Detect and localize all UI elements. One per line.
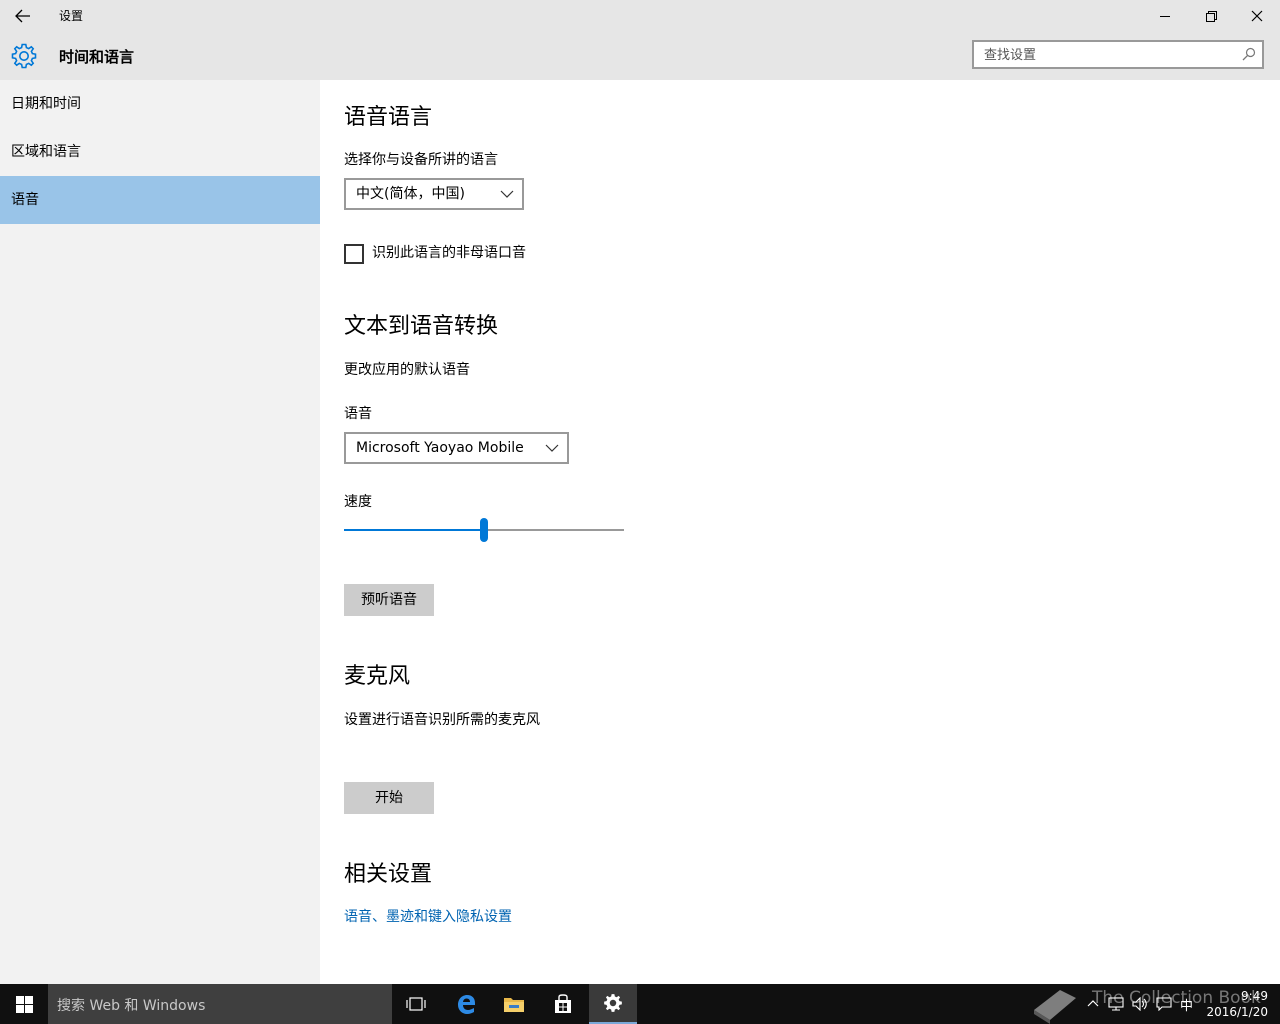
slider-fill xyxy=(344,529,484,531)
close-icon xyxy=(1251,10,1263,22)
system-tray: 中 xyxy=(1086,984,1193,1024)
settings-header: 时间和语言 xyxy=(0,32,1280,80)
chevron-down-icon xyxy=(545,444,559,452)
speech-language-value: 中文(简体，中国) xyxy=(356,186,465,202)
action-center-icon[interactable] xyxy=(1156,997,1172,1011)
window-title: 设置 xyxy=(59,9,84,23)
sidebar-item-label: 日期和时间 xyxy=(11,96,81,112)
settings-gear-icon xyxy=(604,994,622,1012)
file-explorer-icon xyxy=(504,998,524,1012)
network-icon[interactable] xyxy=(1108,997,1124,1011)
search-icon xyxy=(1242,47,1256,61)
speech-language-heading: 语音语言 xyxy=(344,105,433,130)
related-settings-heading: 相关设置 xyxy=(344,862,433,887)
task-view-icon xyxy=(406,997,426,1011)
privacy-settings-link[interactable]: 语音、墨迹和键入隐私设置 xyxy=(344,907,512,927)
restore-icon xyxy=(1205,10,1217,22)
settings-taskbar-button[interactable] xyxy=(589,984,637,1024)
slider-track xyxy=(484,529,624,531)
clock-date: 2016/1/20 xyxy=(1206,1005,1268,1019)
speed-label: 速度 xyxy=(344,494,372,510)
taskbar-search-box[interactable]: 搜索 Web 和 Windows xyxy=(48,984,392,1024)
speech-language-dropdown[interactable]: 中文(简体，中国) xyxy=(344,178,524,210)
settings-search[interactable] xyxy=(972,40,1264,69)
voice-dropdown[interactable]: Microsoft Yaoyao Mobile xyxy=(344,432,569,464)
sidebar: 日期和时间 区域和语言 语音 xyxy=(0,80,320,984)
microphone-heading: 麦克风 xyxy=(344,664,411,689)
back-button[interactable] xyxy=(8,3,38,29)
taskbar: 搜索 Web 和 Windows The Collection Book 中 9… xyxy=(0,984,1280,1024)
minimize-button[interactable] xyxy=(1142,0,1188,32)
windows-logo-icon xyxy=(15,995,33,1013)
sidebar-item-label: 区域和语言 xyxy=(11,144,81,160)
sidebar-item-label: 语音 xyxy=(11,192,39,208)
microphone-description: 设置进行语音识别所需的麦克风 xyxy=(344,712,540,728)
store-icon xyxy=(555,994,571,1013)
speed-slider[interactable] xyxy=(344,518,624,542)
voice-label: 语音 xyxy=(344,406,372,422)
tts-heading: 文本到语音转换 xyxy=(344,314,499,339)
taskbar-search-placeholder: 搜索 Web 和 Windows xyxy=(57,998,206,1014)
task-view-button[interactable] xyxy=(392,984,440,1024)
non-native-accent-label: 识别此语言的非母语口音 xyxy=(372,245,526,261)
edge-icon xyxy=(458,995,475,1014)
sidebar-item-date-time[interactable]: 日期和时间 xyxy=(0,80,320,128)
search-input[interactable] xyxy=(984,46,1234,64)
ime-indicator[interactable]: 中 xyxy=(1180,995,1193,1014)
non-native-accent-checkbox[interactable] xyxy=(344,244,364,264)
start-microphone-button[interactable]: 开始 xyxy=(344,782,434,814)
page-title: 时间和语言 xyxy=(59,48,135,66)
main-content: 语音语言 选择你与设备所讲的语言 中文(简体，中国) 识别此语言的非母语口音 文… xyxy=(320,80,1280,984)
minimize-icon xyxy=(1159,15,1170,17)
sidebar-item-speech[interactable]: 语音 xyxy=(0,176,320,224)
title-bar: 设置 xyxy=(0,0,1280,32)
gear-icon xyxy=(11,43,37,69)
preview-voice-button[interactable]: 预听语音 xyxy=(344,584,434,616)
file-explorer-button[interactable] xyxy=(490,984,538,1024)
tts-description: 更改应用的默认语音 xyxy=(344,362,470,378)
chevron-up-icon[interactable] xyxy=(1086,997,1100,1011)
book-watermark-icon xyxy=(1034,990,1076,1024)
slider-thumb[interactable] xyxy=(480,518,488,542)
restore-button[interactable] xyxy=(1188,0,1234,32)
chevron-down-icon xyxy=(500,190,514,198)
sidebar-item-region-language[interactable]: 区域和语言 xyxy=(0,128,320,176)
close-button[interactable] xyxy=(1234,0,1280,32)
voice-value: Microsoft Yaoyao Mobile xyxy=(356,440,524,456)
taskbar-clock[interactable]: 9:49 2016/1/20 xyxy=(1206,988,1268,1020)
store-button[interactable] xyxy=(539,984,587,1024)
start-button[interactable] xyxy=(0,984,48,1024)
back-arrow-icon xyxy=(15,9,30,23)
clock-time: 9:49 xyxy=(1241,989,1268,1003)
volume-icon[interactable] xyxy=(1132,997,1148,1011)
edge-button[interactable] xyxy=(442,984,490,1024)
speech-language-prompt: 选择你与设备所讲的语言 xyxy=(344,152,498,168)
